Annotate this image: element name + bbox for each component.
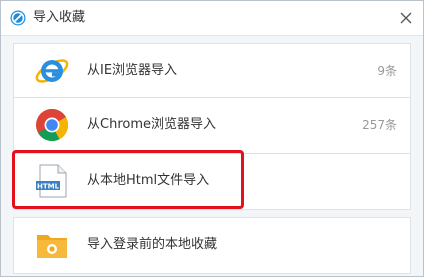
title-bar: 导入收藏 [1, 1, 423, 36]
chrome-icon [34, 107, 70, 143]
html-file-icon: HTML [34, 163, 70, 199]
option-label: 从本地Html文件导入 [87, 173, 210, 188]
local-folder-icon [34, 227, 70, 263]
import-from-chrome-option[interactable]: 从Chrome浏览器导入 257条 [13, 97, 411, 154]
browser-logo-icon [10, 10, 26, 26]
import-from-ie-option[interactable]: 从IE浏览器导入 9条 [13, 43, 411, 100]
svg-text:HTML: HTML [37, 183, 60, 191]
bookmark-count: 9条 [377, 64, 397, 78]
import-from-html-file-option[interactable]: HTML 从本地Html文件导入 [13, 153, 411, 210]
close-icon [400, 12, 412, 24]
option-label: 导入登录前的本地收藏 [87, 237, 218, 252]
internet-explorer-icon [34, 53, 70, 89]
close-button[interactable] [395, 7, 417, 29]
option-label: 从Chrome浏览器导入 [87, 117, 216, 132]
import-favorites-dialog: 导入收藏 从IE浏览器导入 9条 从Chrome浏览器导入 257条 HTML … [0, 0, 424, 277]
bookmark-count: 257条 [362, 118, 397, 132]
option-label: 从IE浏览器导入 [87, 63, 178, 78]
import-local-favorites-option[interactable]: 导入登录前的本地收藏 [13, 217, 411, 274]
dialog-title: 导入收藏 [33, 10, 86, 25]
